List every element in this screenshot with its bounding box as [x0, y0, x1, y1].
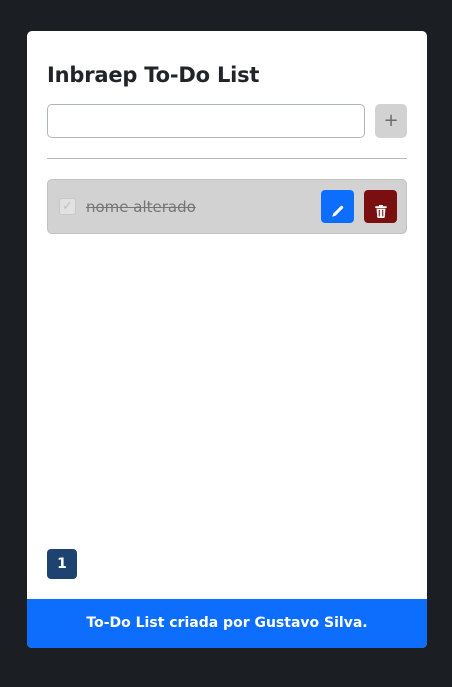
task-name: nome alterado — [86, 198, 196, 216]
new-task-input[interactable] — [47, 104, 365, 138]
footer-credit: To-Do List criada por Gustavo Silva. — [27, 599, 427, 648]
trash-icon — [374, 205, 387, 218]
todo-card: Inbraep To-Do List + ✓ nome alterado 1 T… — [27, 31, 427, 648]
pencil-icon — [332, 205, 344, 217]
pagination-page-1[interactable]: 1 — [47, 549, 77, 579]
task-checkbox[interactable]: ✓ — [59, 198, 76, 215]
divider — [47, 158, 407, 159]
add-task-button[interactable]: + — [375, 104, 407, 138]
delete-task-button[interactable] — [364, 190, 397, 223]
edit-task-button[interactable] — [321, 190, 354, 223]
task-item: ✓ nome alterado — [47, 179, 407, 234]
page-title: Inbraep To-Do List — [47, 63, 260, 87]
